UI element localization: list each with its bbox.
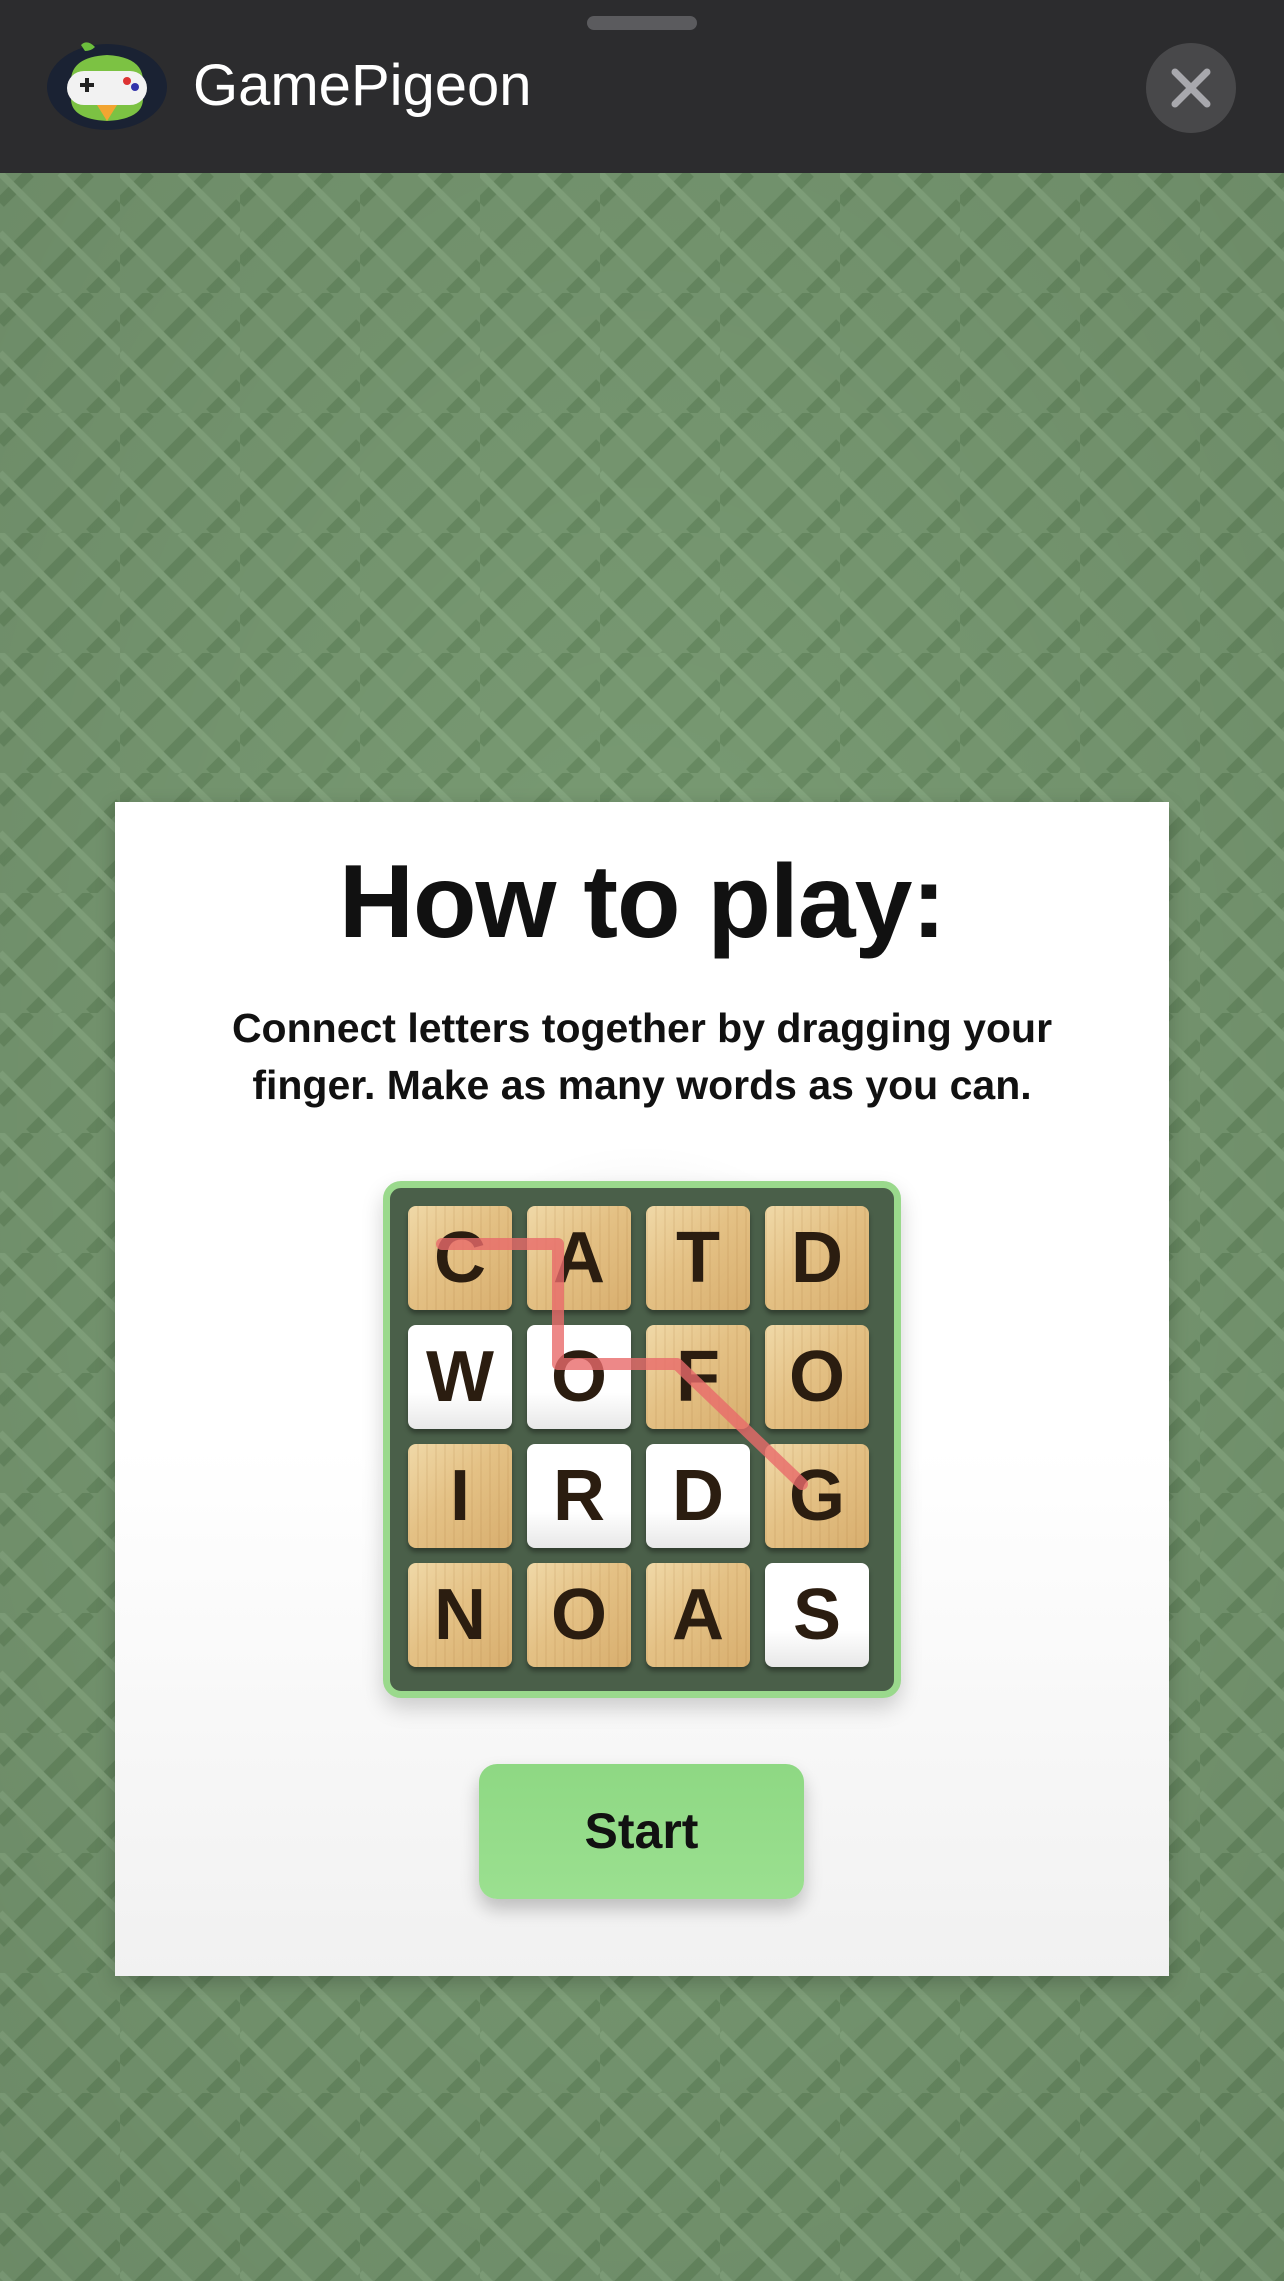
app-title: GamePigeon [193,53,532,118]
gamepigeon-bird-icon [47,41,168,130]
letter-tile-selected: W [408,1325,512,1429]
letter-tile: I [408,1444,512,1548]
card-title: How to play: [338,844,946,960]
start-button[interactable]: Start [479,1764,804,1899]
letter-tile: G [765,1444,869,1548]
letter-tile: D [765,1206,869,1310]
card-description: Connect letters together by dragging you… [231,1005,1053,1108]
example-letter-board: C A T D W O F O I R D G N O A S [383,1181,901,1698]
letter-tile-selected: S [765,1563,869,1667]
letter-tile: T [646,1206,750,1310]
letter-tile: O [527,1563,631,1667]
sheet-grabber[interactable] [587,16,697,30]
letter-tile-selected: D [646,1444,750,1548]
how-to-play-card: How to play: Connect letters together by… [115,802,1169,1976]
close-button[interactable] [1146,43,1236,133]
close-icon [1171,68,1211,108]
letter-tile: N [408,1563,512,1667]
letter-tile: F [646,1325,750,1429]
letter-tile-selected: O [527,1325,631,1429]
letter-tile: O [765,1325,869,1429]
letter-tile-selected: R [527,1444,631,1548]
app-header: GamePigeon [0,0,1284,173]
letter-tile: A [646,1563,750,1667]
letter-tile: A [527,1206,631,1310]
letter-tile: C [408,1206,512,1310]
